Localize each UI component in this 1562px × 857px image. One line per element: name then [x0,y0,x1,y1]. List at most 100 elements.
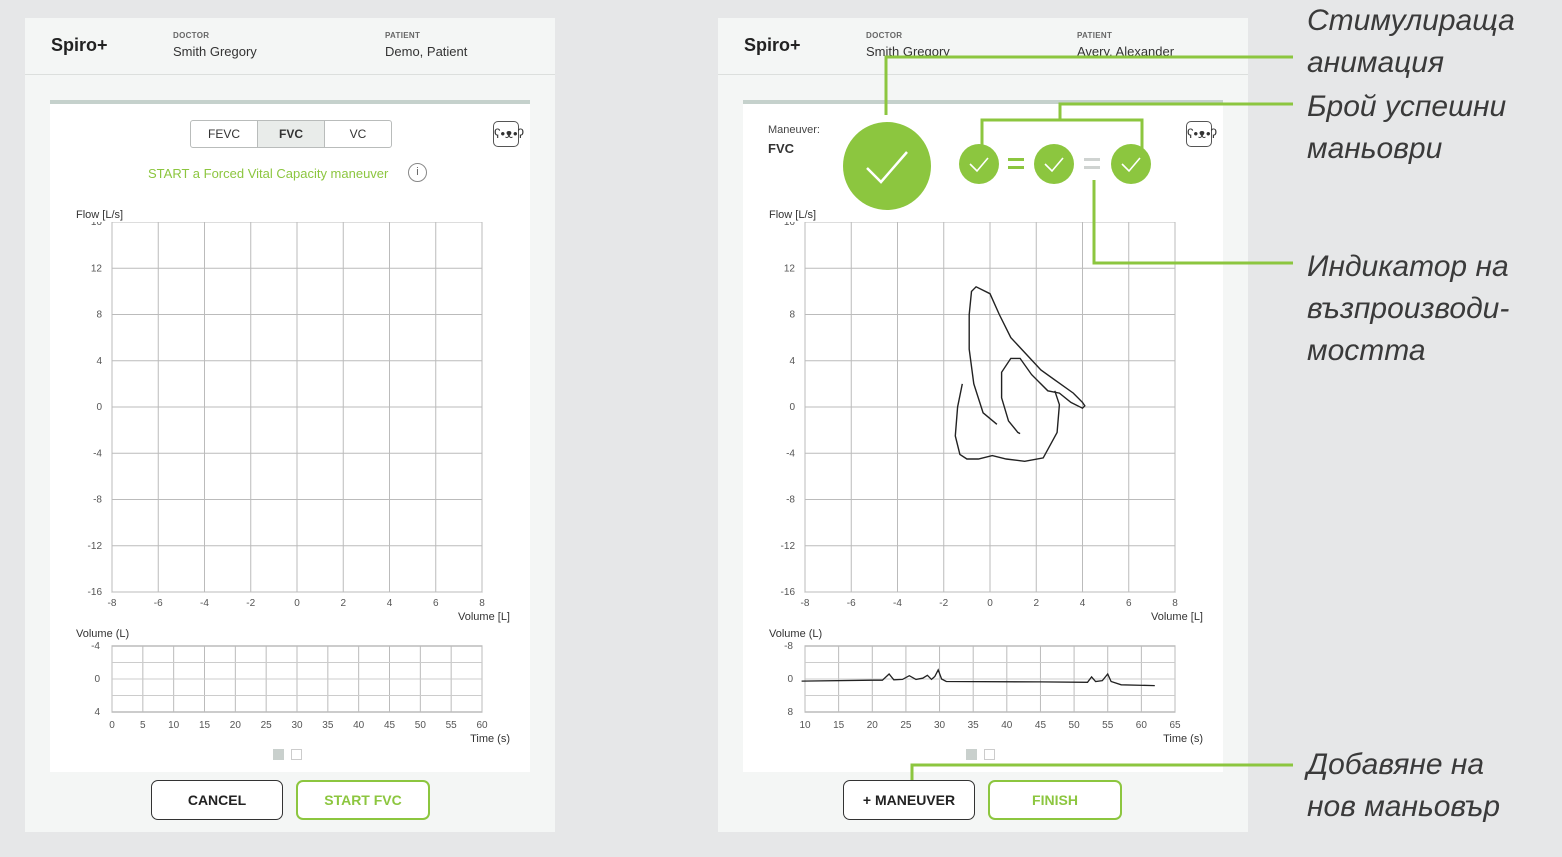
patient-name: Demo, Patient [385,44,468,59]
x-tick-label: 0 [109,720,115,731]
y-tick-label: 0 [94,674,100,685]
page-dot-active[interactable] [273,749,284,760]
callout-line: Добавяне на [1307,748,1485,781]
x-tick-label: 2 [1033,598,1039,609]
x-tick-label: 35 [322,720,334,731]
callout-animation: Стимулираща анимация [1307,0,1515,84]
x-tick-label: 30 [291,720,303,731]
x-tick-label: 10 [799,720,811,731]
x-tick-label: 65 [1169,720,1181,731]
x-tick-label: -6 [154,598,163,609]
x-tick-label: 4 [1080,598,1086,609]
callout-reproducibility: Индикатор на възпроизводи- мостта [1307,246,1509,372]
y-tick-label: -4 [786,448,795,459]
callout-line: маньоври [1307,132,1443,165]
x-tick-label: 45 [384,720,396,731]
info-icon[interactable]: i [408,163,427,182]
y-tick-label: -4 [91,641,100,652]
start-fvc-button[interactable]: START FVC [296,780,430,820]
x-axis-label: Time (s) [470,733,510,745]
flow-volume-chart: -8 -6 -4 -2 0 2 4 6 8 16 12 8 4 0 -4 -8 -12 -16 Volume [L] [88,222,510,623]
cancel-button[interactable]: CANCEL [151,780,283,820]
volume-time-trace [801,668,1155,687]
x-tick-label: 15 [833,720,845,731]
y-tick-label: -4 [93,448,102,459]
x-tick-label: 25 [261,720,273,731]
y-tick-label: -12 [781,541,796,552]
x-tick-label: -8 [801,598,810,609]
finish-button[interactable]: FINISH [988,780,1122,820]
right-screen: Spiro+ DOCTOR Smith Gregory PATIENT Aver… [718,18,1248,832]
x-tick-label: 6 [1126,598,1132,609]
callout-line: анимация [1307,46,1444,79]
x-tick-label: 45 [1035,720,1047,731]
page-indicator [273,747,309,765]
y-tick-label: 8 [787,707,793,718]
left-screen: Spiro+ DOCTOR Smith Gregory PATIENT Demo… [25,18,555,832]
app-header: Spiro+ DOCTOR Smith Gregory PATIENT Demo… [25,18,555,75]
y-tick-label: 8 [96,310,102,321]
patient-label: PATIENT [1077,31,1113,40]
x-tick-label: 8 [1172,598,1178,609]
x-tick-label: 6 [433,598,439,609]
app-brand: Spiro+ [51,35,108,55]
x-tick-label: -4 [893,598,902,609]
x-tick-label: 50 [415,720,427,731]
page-dot-active[interactable] [966,749,977,760]
y-tick-label: 12 [91,263,103,274]
y-tick-label: 16 [91,222,103,228]
x-tick-label: 40 [353,720,365,731]
x-tick-label: 35 [968,720,980,731]
y-tick-label: 12 [784,263,796,274]
bear-icon[interactable]: ʕ•ᴥ•ʔ [1186,121,1217,147]
callout-line: Индикатор на [1307,250,1509,283]
y-tick-label: 4 [789,356,795,367]
callout-line: Стимулираща [1307,4,1515,37]
x-tick-label: -2 [939,598,948,609]
check-icon [959,144,999,184]
patient-label: PATIENT [385,31,421,40]
successful-maneuvers-indicator [959,144,1151,184]
app-brand: Spiro+ [744,35,801,55]
callout-line: мостта [1307,334,1426,367]
check-icon [1111,144,1151,184]
callout-line: Брой успешни [1307,90,1507,123]
x-axis-label: Volume [L] [458,611,510,623]
start-prompt: START a Forced Vital Capacity maneuver [148,166,389,181]
doctor-name: Smith Gregory [173,44,257,59]
callout-successful: Брой успешни маньоври [1307,86,1506,170]
maneuver-label: Maneuver: [768,124,820,136]
y-tick-label: 0 [96,402,102,413]
x-tick-label: 25 [900,720,912,731]
patient-name: Avery, Alexander [1077,44,1175,59]
tab-vc[interactable]: VC [325,121,391,147]
x-tick-label: -4 [200,598,209,609]
y-tick-label: -8 [784,641,793,652]
check-icon [1034,144,1074,184]
bear-icon[interactable]: ʕ•ᴥ•ʔ [493,121,524,147]
x-tick-label: 55 [1102,720,1114,731]
tab-fvc[interactable]: FVC [258,121,325,147]
page-dot[interactable] [291,749,302,760]
flow-volume-trace [968,285,1086,435]
add-maneuver-button[interactable]: + MANEUVER [843,780,975,820]
x-tick-label: 30 [934,720,946,731]
x-tick-label: 0 [294,598,300,609]
doctor-name: Smith Gregory [866,44,950,59]
big-check-icon [843,122,931,210]
page-indicator [966,747,1002,765]
x-tick-label: 55 [446,720,458,731]
callout-line: нов маньовър [1307,790,1501,823]
flow-axis-label: Flow [L/s] [76,209,124,221]
y-tick-label: 4 [94,707,100,718]
y-tick-label: -8 [786,495,795,506]
test-card: Maneuver: FVC ʕ•ᴥ•ʔ Flow [L/s] -8 -6 -4 -2 0… [743,100,1223,772]
tab-fevc[interactable]: FEVC [191,121,258,147]
page-dot[interactable] [984,749,995,760]
y-tick-label: -12 [88,541,103,552]
y-tick-label: -16 [88,587,103,598]
test-card: FEVC FVC VC ʕ•ᴥ•ʔ START a Forced Vital C… [50,100,530,772]
x-tick-label: -8 [108,598,117,609]
volume-axis-label: Volume (L) [76,628,130,640]
x-tick-label: 0 [987,598,993,609]
